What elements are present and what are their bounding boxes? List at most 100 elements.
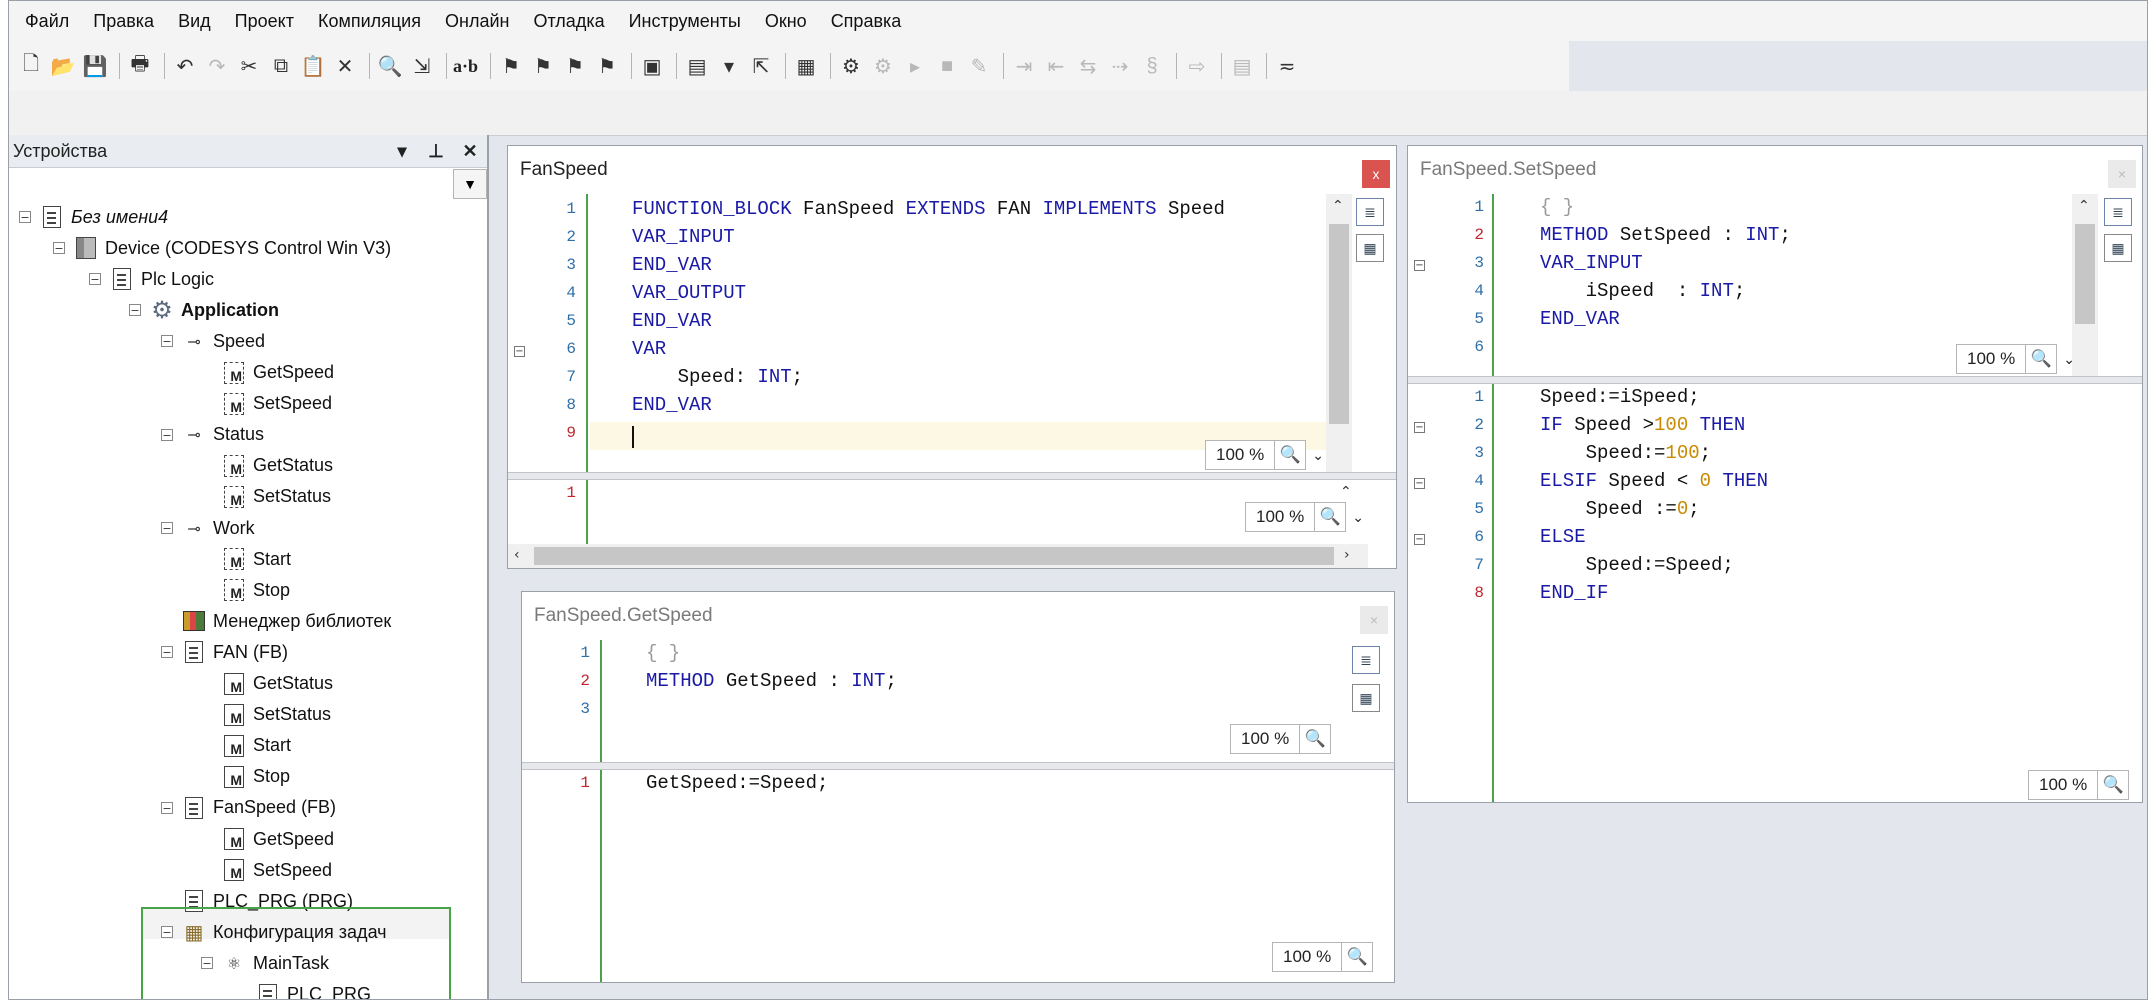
scroll-down-icon[interactable]: ⌄ (2063, 351, 2075, 368)
menu-edit[interactable]: Правка (81, 11, 166, 32)
zoom-value[interactable]: 100 % (1956, 344, 2027, 374)
tabular-view-icon[interactable]: ▦ (2104, 234, 2132, 262)
zoom-magnifier-icon[interactable]: 🔍 (1275, 440, 1307, 470)
scroll-up-icon[interactable]: ⌃ (2078, 198, 2090, 214)
menu-project[interactable]: Проект (223, 11, 306, 32)
tree-item[interactable]: − ⊸ Work (161, 513, 255, 543)
close-editor-button[interactable]: × (1360, 606, 1388, 634)
tree-item[interactable]: − ⚙ Application (129, 295, 279, 325)
bookmark-prev-icon[interactable]: ⚑ (561, 52, 589, 80)
scrollbar-thumb[interactable] (2075, 224, 2095, 324)
tabular-view-icon[interactable]: ▦ (1352, 684, 1380, 712)
add-object-icon[interactable]: ▤ (683, 52, 711, 80)
tree-item[interactable]: M Start (221, 544, 291, 574)
fold-marker[interactable]: − (1414, 478, 1425, 489)
close-editor-button[interactable]: x (1362, 160, 1390, 188)
zoom-magnifier-icon[interactable]: 🔍 (1315, 502, 1347, 532)
collapse-toggle-icon[interactable]: − (161, 801, 173, 814)
fold-marker[interactable]: − (514, 346, 525, 357)
scroll-up-icon[interactable]: ⌃ (1332, 198, 1344, 214)
zoom-value[interactable]: 100 % (1245, 502, 1316, 532)
tree-item[interactable]: − Plc Logic (89, 264, 214, 294)
tree-item[interactable]: M SetSpeed (221, 389, 332, 419)
tree-item[interactable]: − ⊸ Status (161, 420, 264, 450)
menu-debug[interactable]: Отладка (521, 11, 616, 32)
tree-item[interactable]: Менеджер библиотек (181, 606, 391, 636)
implementation-pane[interactable]: 1 GetSpeed:=Speed; 100 % 🔍 (522, 770, 1394, 982)
stop-icon[interactable]: ■ (933, 52, 961, 80)
redo-icon[interactable]: ↷ (203, 52, 231, 80)
zoom-value[interactable]: 100 % (2028, 770, 2099, 800)
declaration-pane[interactable]: 1 2 3 { } METHOD GetSpeed : INT; ≣ ▦ 100… (522, 640, 1394, 762)
collapse-toggle-icon[interactable]: − (161, 646, 173, 659)
collapse-toggle-icon[interactable]: − (53, 242, 65, 255)
zoom-control[interactable]: 100 % 🔍 (1272, 942, 1374, 972)
collapse-toggle-icon[interactable]: − (89, 273, 101, 286)
zoom-magnifier-icon[interactable]: 🔍 (1300, 724, 1332, 754)
scroll-left-icon[interactable]: ‹ (514, 547, 520, 563)
dropdown-arrow-icon[interactable]: ▾ (715, 52, 743, 80)
find-next-icon[interactable]: ⇲ (408, 52, 436, 80)
scroll-up-icon[interactable]: ⌃ (1340, 484, 1352, 500)
fold-marker[interactable]: − (1414, 422, 1425, 433)
tree-item[interactable]: M SetStatus (221, 482, 331, 512)
replace-icon[interactable]: a·b (453, 56, 478, 77)
delete-icon[interactable]: ✕ (331, 52, 359, 80)
implementation-pane[interactable]: 1 100 % 🔍 ⌄ ⌃ ‹ › (508, 480, 1396, 568)
horizontal-scrollbar[interactable]: ‹ › (508, 544, 1368, 568)
step-over-icon[interactable]: ⇥ (1010, 52, 1038, 80)
tree-item[interactable]: − ⊸ Speed (161, 326, 265, 356)
zoom-value[interactable]: 100 % (1205, 440, 1276, 470)
tree-item[interactable]: M Start (221, 731, 291, 761)
fold-marker[interactable]: − (1414, 260, 1425, 271)
declaration-pane[interactable]: 1 2 3 4 5 6 7 8 9 − FUNCTION_BLOCK FanSp… (508, 194, 1396, 472)
zoom-magnifier-icon[interactable]: 🔍 (1342, 942, 1374, 972)
breakpoint-icon[interactable]: § (1138, 52, 1166, 80)
panel-menu-icon[interactable]: ▾ (385, 141, 419, 162)
new-project-icon[interactable]: 🗋 (17, 52, 45, 80)
bookmark-toggle-icon[interactable]: ⚑ (497, 52, 525, 80)
menu-online[interactable]: Онлайн (433, 11, 521, 32)
zoom-control[interactable]: 100 % 🔍 (2028, 770, 2130, 800)
run-to-cursor-icon[interactable]: ⇢ (1106, 52, 1134, 80)
fold-marker[interactable]: − (1414, 534, 1425, 545)
tree-item[interactable]: − Device (CODESYS Control Win V3) (53, 233, 391, 263)
vertical-scrollbar[interactable]: ⌃ (1326, 194, 1352, 472)
collapse-toggle-icon[interactable]: − (161, 428, 173, 441)
write-values-icon[interactable]: ⇨ (1183, 52, 1211, 80)
tree-item[interactable]: M SetSpeed (221, 855, 332, 885)
tree-item[interactable]: M SetStatus (221, 700, 331, 730)
reset-icon[interactable]: ✎ (965, 52, 993, 80)
menu-help[interactable]: Справка (819, 11, 914, 32)
library-icon[interactable]: ▦ (792, 52, 820, 80)
start-icon[interactable]: ▸ (901, 52, 929, 80)
tree-item[interactable]: M Stop (221, 762, 290, 792)
copy-icon[interactable]: ⧉ (267, 52, 295, 80)
logout-icon[interactable]: ⚙ (869, 52, 897, 80)
tree-item[interactable]: − FAN (FB) (161, 637, 288, 667)
pane-splitter[interactable] (522, 762, 1394, 770)
declaration-pane[interactable]: 1 2 3 4 5 6 − { } METHOD SetSpeed : INT;… (1408, 194, 2142, 376)
scrollbar-thumb[interactable] (534, 547, 1334, 565)
project-dropdown-button[interactable]: ▼ (453, 169, 487, 199)
tree-item[interactable]: M GetStatus (221, 451, 333, 481)
step-out-icon[interactable]: ⇆ (1074, 52, 1102, 80)
collapse-toggle-icon[interactable]: − (161, 522, 173, 534)
collapse-toggle-icon[interactable]: − (161, 335, 173, 348)
tree-item[interactable]: − FanSpeed (FB) (161, 793, 336, 823)
tree-item[interactable]: M Stop (221, 575, 290, 605)
zoom-control[interactable]: 100 % 🔍 (1230, 724, 1332, 754)
export-icon[interactable]: ⇱ (747, 52, 775, 80)
collapse-toggle-icon[interactable]: − (129, 304, 141, 317)
pane-splitter[interactable] (508, 472, 1396, 480)
tree-item[interactable]: M GetStatus (221, 669, 333, 699)
bookmark-clear-icon[interactable]: ⚑ (593, 52, 621, 80)
cut-icon[interactable]: ✂ (235, 52, 263, 80)
menu-build[interactable]: Компиляция (306, 11, 433, 32)
tabular-view-icon[interactable]: ▦ (1356, 234, 1384, 262)
menu-view[interactable]: Вид (166, 11, 223, 32)
login-icon[interactable]: ⚙ (837, 52, 865, 80)
collapse-toggle-icon[interactable]: − (19, 211, 31, 223)
pane-splitter[interactable] (1408, 376, 2142, 384)
tree-item[interactable]: M GetSpeed (221, 358, 334, 388)
